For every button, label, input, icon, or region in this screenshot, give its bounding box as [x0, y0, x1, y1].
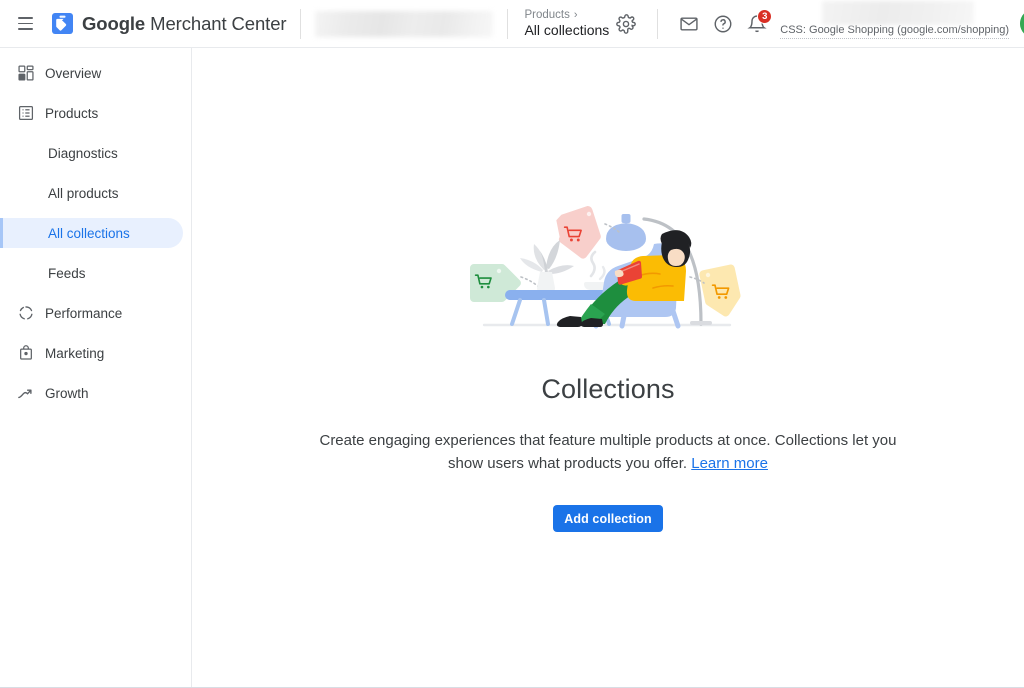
notification-count-badge: 3 [757, 8, 773, 24]
hamburger-menu-icon[interactable] [12, 11, 38, 37]
account-name-redacted[interactable] [315, 10, 494, 37]
person-reading-in-lounge-chair-with-shopping-tags-illustration [458, 178, 758, 338]
product-list-icon [16, 105, 35, 121]
sidebar-item-label: Growth [45, 385, 89, 401]
dashboard-grid-icon [16, 65, 35, 81]
css-account-label-text: CSS: Google Shopping (google.com/shoppin… [780, 24, 1009, 36]
empty-state-description-text: Create engaging experiences that feature… [319, 432, 897, 472]
sidebar-item-performance[interactable]: Performance [0, 298, 183, 328]
learn-more-link[interactable]: Learn more [691, 455, 768, 472]
top-header: Google Merchant Center Products › All co… [0, 0, 1024, 48]
sidebar-item-growth[interactable]: Growth [0, 378, 183, 408]
brand-title: Google Merchant Center [82, 12, 287, 35]
sidebar-item-products[interactable]: Products [0, 98, 183, 128]
sidebar-item-all-products[interactable]: All products [0, 178, 183, 208]
help-button[interactable] [706, 7, 740, 41]
marketing-bag-icon [16, 345, 35, 361]
person-head [660, 230, 692, 267]
sidebar-nav: Overview Products Diagnostics All produc… [0, 48, 192, 687]
sidebar-item-all-collections[interactable]: All collections [0, 218, 183, 248]
sidebar-item-overview[interactable]: Overview [0, 58, 183, 88]
sidebar-item-feeds[interactable]: Feeds [0, 258, 183, 288]
plant-in-vase [520, 240, 574, 293]
sidebar-item-label: Marketing [45, 345, 105, 361]
header-divider-1 [300, 8, 302, 39]
css-account-label: CSS: Google Shopping (google.com/shoppin… [780, 1, 1009, 39]
sidebar-item-diagnostics[interactable]: Diagnostics [0, 138, 183, 168]
growth-trend-icon [16, 385, 35, 402]
header-divider-2 [507, 8, 509, 39]
sidebar-item-marketing[interactable]: Marketing [0, 338, 183, 368]
avatar[interactable] [1019, 9, 1024, 38]
page-title: Collections [541, 374, 675, 404]
envelope-icon [680, 16, 698, 31]
brand-merchant-center: Merchant Center [145, 12, 287, 34]
settings-button[interactable] [609, 7, 643, 41]
sidebar-item-label: Feeds [48, 265, 86, 281]
brand-google: Google [82, 12, 146, 34]
header-divider-3 [657, 8, 659, 39]
sidebar-item-label: All products [48, 185, 119, 201]
app-body: Overview Products Diagnostics All produc… [0, 48, 1024, 687]
sidebar-item-label: Products [45, 105, 99, 121]
pink-price-tag [556, 205, 601, 259]
sidebar-item-label: Diagnostics [48, 145, 118, 161]
chevron-right-icon: › [573, 9, 578, 21]
mail-button[interactable] [672, 7, 706, 41]
breadcrumb-parent-label: Products [524, 9, 570, 21]
breadcrumb: Products › All collections [524, 9, 609, 38]
performance-circle-icon [16, 305, 35, 321]
help-question-icon [714, 15, 732, 32]
breadcrumb-current: All collections [524, 22, 610, 38]
merchant-center-tag-logo [52, 13, 73, 34]
merchant-center-app: Google Merchant Center Products › All co… [0, 0, 1024, 688]
sidebar-item-label: Performance [45, 305, 123, 321]
sidebar-item-label: All collections [48, 225, 130, 241]
gear-icon [616, 13, 637, 34]
sidebar-item-label: Overview [45, 65, 102, 81]
notifications-button[interactable]: 3 [740, 7, 774, 41]
empty-state-description: Create engaging experiences that feature… [308, 429, 908, 475]
breadcrumb-parent-link[interactable]: Products › [524, 9, 609, 21]
user-avatar-image [1019, 13, 1024, 34]
add-collection-button[interactable]: Add collection [553, 505, 663, 532]
brand-logo-link[interactable]: Google Merchant Center [52, 12, 287, 35]
css-label-redacted-overlay [822, 1, 975, 25]
main-content: Collections Create engaging experiences … [192, 48, 1024, 687]
yellow-price-tag [699, 264, 741, 317]
